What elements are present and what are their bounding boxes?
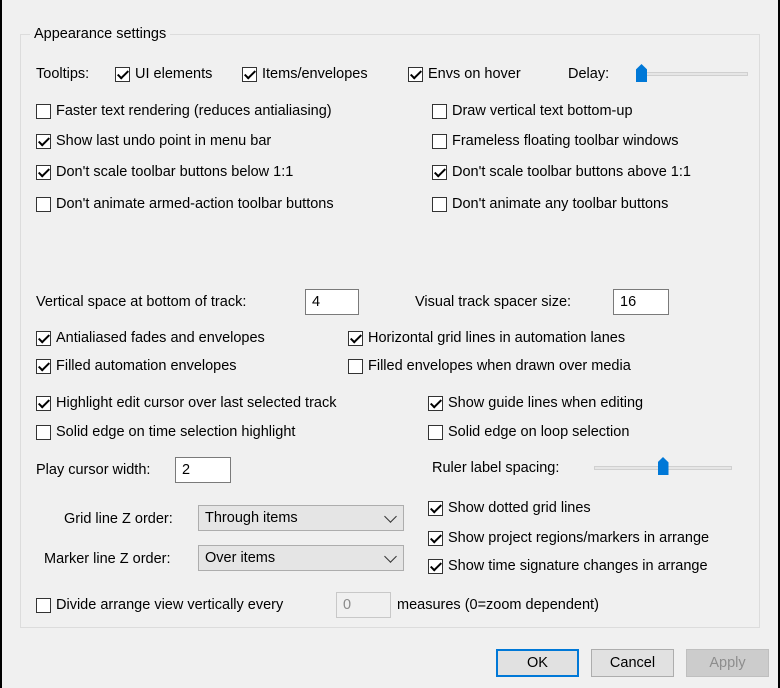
play-cursor-width-label: Play cursor width: <box>36 462 151 478</box>
checkbox-label: Filled automation envelopes <box>56 358 237 374</box>
checkbox-label: Show project regions/markers in arrange <box>448 530 710 546</box>
select-value: Over items <box>205 550 276 566</box>
checkbox-box[interactable] <box>428 424 443 440</box>
checkbox-box[interactable] <box>432 164 447 180</box>
checkbox-label: Solid edge on time selection highlight <box>56 424 296 440</box>
checkbox-label: Show guide lines when editing <box>448 395 644 411</box>
checkbox-box[interactable] <box>348 358 363 374</box>
checkbox-box[interactable] <box>115 66 130 82</box>
checkbox-label: Solid edge on loop selection <box>448 424 630 440</box>
checkbox-box[interactable] <box>36 395 51 411</box>
divide-measures-input[interactable]: 0 <box>336 592 391 618</box>
spacer-size-label: Visual track spacer size: <box>415 294 572 310</box>
checkbox-label: Frameless floating toolbar windows <box>452 133 679 149</box>
checkbox-label: Faster text rendering (reduces antialias… <box>56 103 332 119</box>
hgrid-lines-checkbox[interactable]: Horizontal grid lines in automation lane… <box>348 328 625 348</box>
checkbox-box[interactable] <box>36 164 51 180</box>
delay-label: Delay: <box>568 66 610 82</box>
checkbox-label: Don't animate any toolbar buttons <box>452 196 669 212</box>
solid-time-selection-checkbox[interactable]: Solid edge on time selection highlight <box>36 422 295 442</box>
checkbox-label: Envs on hover <box>428 66 521 82</box>
tooltips-label: Tooltips: <box>36 66 90 82</box>
vertical-space-label: Vertical space at bottom of track: <box>36 294 247 310</box>
marker-z-order-select[interactable]: Over items <box>198 545 404 571</box>
frameless-checkbox[interactable]: Frameless floating toolbar windows <box>432 131 678 151</box>
checkbox-box[interactable] <box>428 500 443 516</box>
checkbox-label: Items/envelopes <box>262 66 368 82</box>
time-signature-checkbox[interactable]: Show time signature changes in arrange <box>428 556 708 576</box>
checkbox-box[interactable] <box>36 103 51 119</box>
filled-media-checkbox[interactable]: Filled envelopes when drawn over media <box>348 356 631 376</box>
checkbox-label: Show last undo point in menu bar <box>56 133 272 149</box>
checkbox-label: Horizontal grid lines in automation lane… <box>368 330 626 346</box>
scale-below-checkbox[interactable]: Don't scale toolbar buttons below 1:1 <box>36 162 293 182</box>
regions-markers-checkbox[interactable]: Show project regions/markers in arrange <box>428 528 709 548</box>
highlight-cursor-checkbox[interactable]: Highlight edit cursor over last selected… <box>36 393 336 413</box>
undo-point-checkbox[interactable]: Show last undo point in menu bar <box>36 131 271 151</box>
solid-loop-selection-checkbox[interactable]: Solid edge on loop selection <box>428 422 629 442</box>
checkbox-label: Highlight edit cursor over last selected… <box>56 395 337 411</box>
spacer-size-input[interactable]: 16 <box>613 289 669 315</box>
checkbox-label: Show dotted grid lines <box>448 500 591 516</box>
checkbox-box[interactable] <box>408 66 423 82</box>
play-cursor-width-input[interactable]: 2 <box>175 457 231 483</box>
checkbox-label: Divide arrange view vertically every <box>56 597 284 613</box>
ok-button[interactable]: OK <box>496 649 579 677</box>
ui-elements-checkbox[interactable]: UI elements <box>115 64 212 84</box>
vertical-space-input[interactable]: 4 <box>305 289 359 315</box>
checkbox-box[interactable] <box>36 358 51 374</box>
checkbox-box[interactable] <box>428 395 443 411</box>
checkbox-box[interactable] <box>428 530 443 546</box>
divide-measures-suffix: measures (0=zoom dependent) <box>397 597 599 613</box>
checkbox-box[interactable] <box>432 103 447 119</box>
dotted-grid-checkbox[interactable]: Show dotted grid lines <box>428 498 591 518</box>
filled-automation-checkbox[interactable]: Filled automation envelopes <box>36 356 237 376</box>
appearance-settings-dialog: { "group": { "title": "Appearance settin… <box>0 0 780 688</box>
grid-z-order-label: Grid line Z order: <box>64 511 173 527</box>
checkbox-label: Don't scale toolbar buttons below 1:1 <box>56 164 294 180</box>
checkbox-box[interactable] <box>348 330 363 346</box>
ruler-spacing-label: Ruler label spacing: <box>432 460 560 476</box>
checkbox-box[interactable] <box>36 133 51 149</box>
checkbox-box[interactable] <box>242 66 257 82</box>
chevron-down-icon <box>384 550 397 563</box>
checkbox-box[interactable] <box>432 196 447 212</box>
grid-z-order-select[interactable]: Through items <box>198 505 404 531</box>
apply-button[interactable]: Apply <box>686 649 769 677</box>
scale-above-checkbox[interactable]: Don't scale toolbar buttons above 1:1 <box>432 162 691 182</box>
animate-any-checkbox[interactable]: Don't animate any toolbar buttons <box>432 194 668 214</box>
animate-armed-checkbox[interactable]: Don't animate armed-action toolbar butto… <box>36 194 334 214</box>
checkbox-label: Draw vertical text bottom-up <box>452 103 633 119</box>
checkbox-label: Don't animate armed-action toolbar butto… <box>56 196 334 212</box>
cancel-button[interactable]: Cancel <box>591 649 674 677</box>
checkbox-box[interactable] <box>36 196 51 212</box>
group-title: Appearance settings <box>30 24 171 44</box>
divide-arrange-checkbox[interactable]: Divide arrange view vertically every <box>36 595 283 615</box>
faster-text-checkbox[interactable]: Faster text rendering (reduces antialias… <box>36 101 332 121</box>
select-value: Through items <box>205 510 298 526</box>
guide-lines-checkbox[interactable]: Show guide lines when editing <box>428 393 643 413</box>
checkbox-label: Antialiased fades and envelopes <box>56 330 265 346</box>
checkbox-box[interactable] <box>36 424 51 440</box>
checkbox-label: Don't scale toolbar buttons above 1:1 <box>452 164 691 180</box>
vertical-text-checkbox[interactable]: Draw vertical text bottom-up <box>432 101 633 121</box>
checkbox-box[interactable] <box>428 558 443 574</box>
checkbox-label: Filled envelopes when drawn over media <box>368 358 631 374</box>
checkbox-box[interactable] <box>432 133 447 149</box>
checkbox-label: UI elements <box>135 66 213 82</box>
items-envelopes-checkbox[interactable]: Items/envelopes <box>242 64 368 84</box>
checkbox-box[interactable] <box>36 330 51 346</box>
checkbox-box[interactable] <box>36 597 51 613</box>
marker-z-order-label: Marker line Z order: <box>44 551 171 567</box>
chevron-down-icon <box>384 510 397 523</box>
delay-slider[interactable] <box>636 72 748 76</box>
antialiased-fades-checkbox[interactable]: Antialiased fades and envelopes <box>36 328 265 348</box>
checkbox-label: Show time signature changes in arrange <box>448 558 708 574</box>
envs-on-hover-checkbox[interactable]: Envs on hover <box>408 64 521 84</box>
window-border-left <box>0 0 2 688</box>
